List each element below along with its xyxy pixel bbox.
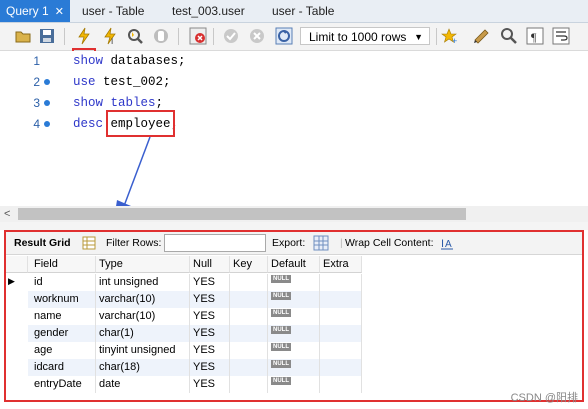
- table-cell[interactable]: age: [28, 342, 96, 359]
- table-cell[interactable]: NULL: [268, 376, 320, 393]
- table-cell[interactable]: [230, 291, 268, 308]
- null-badge: NULL: [271, 275, 291, 283]
- column-header[interactable]: Field: [28, 256, 96, 273]
- table-cell[interactable]: [320, 376, 362, 393]
- filter-rows-label: Filter Rows:: [106, 237, 162, 249]
- panel-divider[interactable]: [0, 222, 588, 230]
- grid-icon[interactable]: [82, 232, 96, 250]
- table-cell[interactable]: NULL: [268, 274, 320, 291]
- table-cell[interactable]: entryDate: [28, 376, 96, 393]
- table-cell[interactable]: [320, 308, 362, 325]
- row-header-corner: [6, 256, 28, 273]
- table-cell[interactable]: gender: [28, 325, 96, 342]
- table-cell[interactable]: date: [96, 376, 190, 393]
- table-cell[interactable]: YES: [190, 359, 230, 376]
- table-cell[interactable]: int unsigned: [96, 274, 190, 291]
- table-cell[interactable]: varchar(10): [96, 291, 190, 308]
- svg-text:A: A: [445, 239, 452, 250]
- result-grid-tab[interactable]: Result Grid: [14, 232, 71, 254]
- table-cell[interactable]: name: [28, 308, 96, 325]
- table-cell[interactable]: [230, 274, 268, 291]
- null-badge: NULL: [271, 360, 291, 368]
- table-cell[interactable]: char(18): [96, 359, 190, 376]
- table-cell[interactable]: [230, 325, 268, 342]
- wrap-cell-label: Wrap Cell Content:: [345, 237, 434, 249]
- null-badge: NULL: [271, 326, 291, 334]
- column-header[interactable]: Null: [190, 256, 230, 273]
- editor-horizontal-scrollbar[interactable]: <: [0, 206, 588, 222]
- table-cell[interactable]: NULL: [268, 342, 320, 359]
- table-cell[interactable]: [320, 359, 362, 376]
- null-badge: NULL: [271, 377, 291, 385]
- table-cell[interactable]: YES: [190, 291, 230, 308]
- column-header[interactable]: Type: [96, 256, 190, 273]
- scrollbar-thumb[interactable]: [18, 208, 466, 220]
- table-cell[interactable]: YES: [190, 325, 230, 342]
- table-cell[interactable]: NULL: [268, 308, 320, 325]
- current-row-pointer-icon: ▶: [8, 276, 15, 286]
- watermark: CSDN @阳排: [510, 392, 578, 404]
- table-cell[interactable]: YES: [190, 308, 230, 325]
- export-icon[interactable]: [313, 232, 329, 251]
- table-cell[interactable]: [230, 376, 268, 393]
- result-toolbar: Result Grid Filter Rows: Export: | Wrap …: [6, 232, 582, 255]
- table-cell[interactable]: [320, 342, 362, 359]
- result-grid-panel: Result Grid Filter Rows: Export: | Wrap …: [4, 230, 584, 402]
- column-header[interactable]: Key: [230, 256, 268, 273]
- table-cell[interactable]: [230, 359, 268, 376]
- table-cell[interactable]: [320, 274, 362, 291]
- export-label: Export:: [272, 237, 306, 249]
- table-cell[interactable]: YES: [190, 342, 230, 359]
- null-badge: NULL: [271, 309, 291, 317]
- table-cell[interactable]: YES: [190, 274, 230, 291]
- null-badge: NULL: [271, 343, 291, 351]
- table-cell[interactable]: id: [28, 274, 96, 291]
- scroll-left-icon[interactable]: <: [4, 206, 10, 222]
- table-cell[interactable]: NULL: [268, 359, 320, 376]
- table-cell[interactable]: NULL: [268, 291, 320, 308]
- table-cell[interactable]: [320, 325, 362, 342]
- svg-text:I: I: [441, 238, 444, 250]
- null-badge: NULL: [271, 292, 291, 300]
- wrap-cell-icon[interactable]: IA: [440, 232, 454, 250]
- table-cell[interactable]: varchar(10): [96, 308, 190, 325]
- table-cell[interactable]: [230, 308, 268, 325]
- table-cell[interactable]: worknum: [28, 291, 96, 308]
- table-cell[interactable]: [320, 291, 362, 308]
- column-header[interactable]: Extra: [320, 256, 362, 273]
- table-cell[interactable]: char(1): [96, 325, 190, 342]
- table-cell[interactable]: [230, 342, 268, 359]
- filter-rows-input[interactable]: [164, 234, 266, 252]
- table-cell[interactable]: NULL: [268, 325, 320, 342]
- table-cell[interactable]: YES: [190, 376, 230, 393]
- column-header[interactable]: Default: [268, 256, 320, 273]
- table-cell[interactable]: tinyint unsigned: [96, 342, 190, 359]
- table-cell[interactable]: idcard: [28, 359, 96, 376]
